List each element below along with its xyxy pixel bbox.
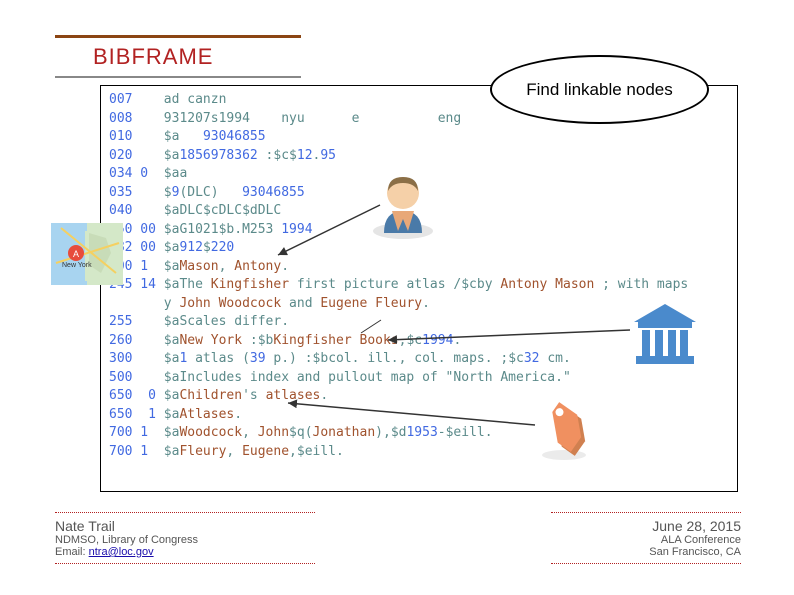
- author-name: Nate Trail: [55, 518, 305, 534]
- footer-date: June 28, 2015: [561, 518, 741, 534]
- footer-conference: ALA Conference: [561, 534, 741, 546]
- footer-left: Nate Trail NDMSO, Library of Congress Em…: [55, 512, 315, 564]
- slide-title: BIBFRAME: [93, 44, 213, 69]
- author-org: NDMSO, Library of Congress: [55, 534, 305, 546]
- arrow-building: [380, 320, 640, 350]
- marc-line: 010 $a 93046855: [109, 128, 729, 147]
- arrow-tag: [280, 395, 545, 440]
- person-icon: [364, 163, 442, 246]
- footer-right: June 28, 2015 ALA Conference San Francis…: [551, 512, 741, 564]
- map-icon: A New York: [51, 223, 123, 290]
- marc-line: 700 1 $aFleury, Eugene,$eill.: [109, 443, 729, 462]
- arrow-small: [356, 315, 386, 337]
- author-email: Email: ntra@loc.gov: [55, 546, 305, 558]
- building-icon: [628, 296, 702, 375]
- callout: Find linkable nodes: [490, 55, 709, 124]
- callout-text: Find linkable nodes: [526, 80, 672, 100]
- tag-icon: [532, 400, 596, 469]
- footer-location: San Francisco, CA: [561, 546, 741, 558]
- title-box: BIBFRAME: [55, 35, 301, 78]
- svg-text:A: A: [73, 249, 79, 259]
- svg-text:New York: New York: [62, 262, 92, 269]
- email-link[interactable]: ntra@loc.gov: [89, 546, 154, 558]
- marc-line: 100 1 $aMason, Antony.: [109, 258, 729, 277]
- marc-line: 245 14 $aThe Kingfisher first picture at…: [109, 276, 729, 295]
